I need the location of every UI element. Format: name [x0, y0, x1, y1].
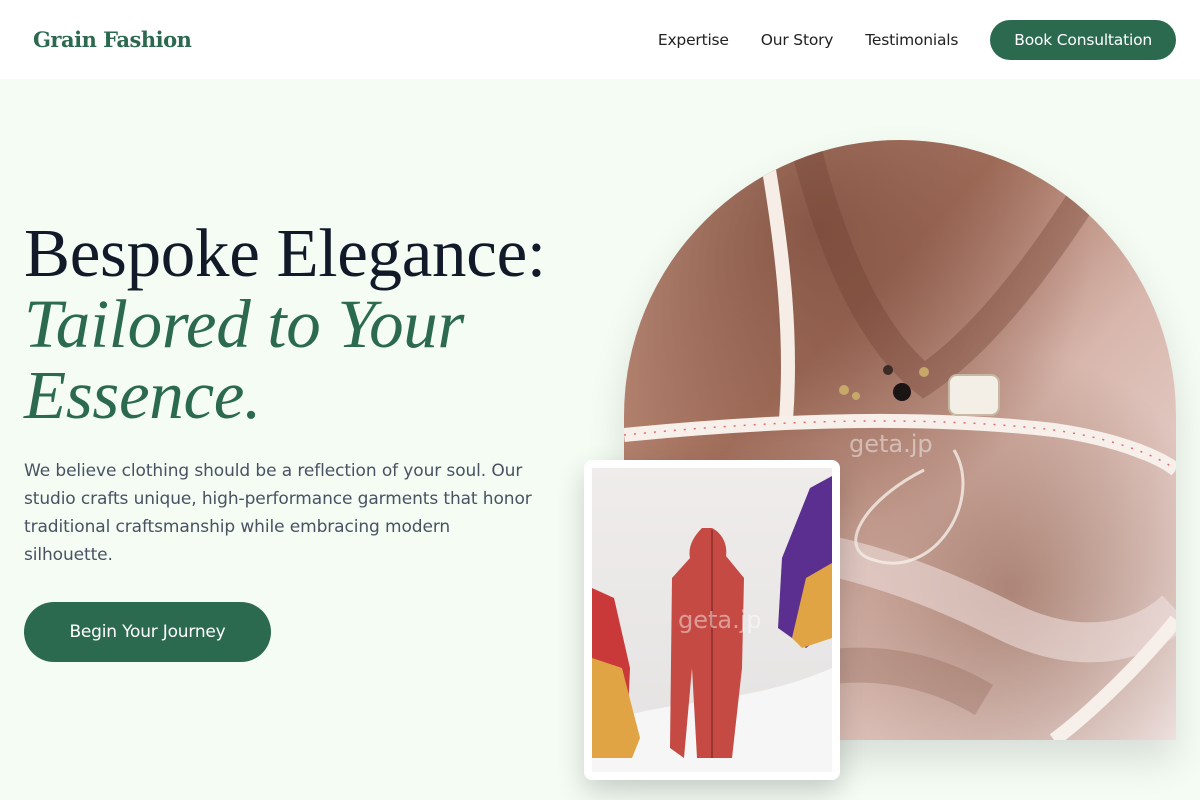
hero-text: Bespoke Elegance: Tailored to Your Essen…: [24, 218, 594, 569]
begin-journey-button[interactable]: Begin Your Journey: [24, 602, 271, 662]
nav-link-expertise[interactable]: Expertise: [658, 31, 729, 49]
garments-illustration: geta.jp: [592, 468, 832, 772]
garments-image: geta.jp: [592, 468, 832, 772]
nav-link-testimonials[interactable]: Testimonials: [865, 31, 958, 49]
main-image-watermark: geta.jp: [849, 430, 933, 458]
hero-description: We believe clothing should be a reflecti…: [24, 461, 532, 565]
hero-headline: Bespoke Elegance: Tailored to Your Essen…: [24, 218, 594, 431]
top-navigation: Grain Fashion Expertise Our Story Testim…: [0, 0, 1200, 79]
nav-link-our-story[interactable]: Our Story: [761, 31, 834, 49]
brand-logo[interactable]: Grain Fashion: [33, 27, 192, 52]
headline-accent: Tailored to Your Essence.: [24, 286, 465, 433]
card-image-watermark: geta.jp: [678, 606, 762, 634]
garments-photo-card: geta.jp: [584, 460, 840, 780]
book-consultation-button[interactable]: Book Consultation: [990, 19, 1176, 60]
headline-line: Bespoke Elegance:: [24, 215, 546, 291]
nav-links: Expertise Our Story Testimonials Book Co…: [658, 19, 1176, 60]
